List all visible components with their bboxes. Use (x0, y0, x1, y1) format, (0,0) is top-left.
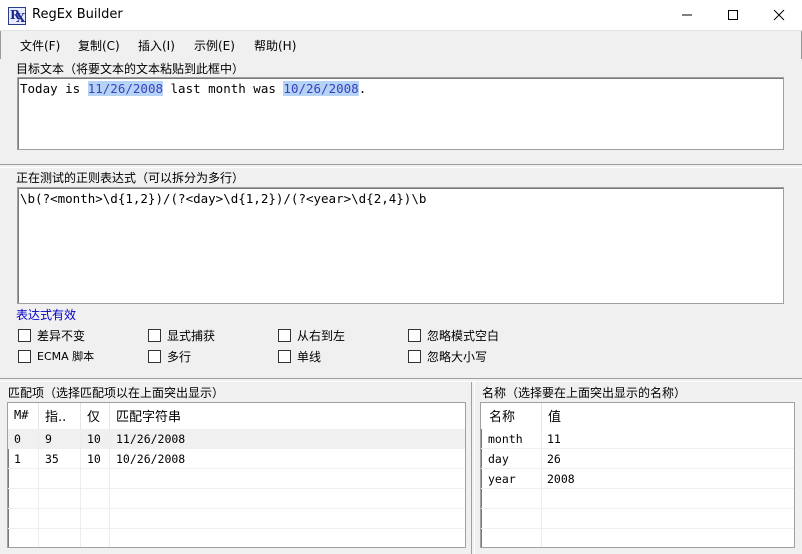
menu-help[interactable]: 帮助(H) (254, 39, 296, 53)
app-icon: RX (8, 7, 26, 25)
option-ecma-script[interactable]: ECMA 脚本 (18, 348, 94, 364)
names-label: 名称（选择要在上面突出显示的名称） (482, 386, 687, 400)
checkbox-explicit-capture[interactable] (148, 329, 161, 342)
regex-input[interactable]: \b(?<month>\d{1,2})/(?<day>\d{1,2})/(?<y… (17, 187, 784, 304)
group-value: 11 (547, 432, 561, 446)
option-ignore-whitespace-label: 忽略模式空白 (427, 329, 500, 343)
matches-col-sep (38, 429, 39, 547)
names-row[interactable]: day 26 (481, 449, 794, 469)
names-list[interactable]: 名称 值 month 11 day 26 year 2008 (480, 402, 795, 548)
target-text-after: . (358, 81, 367, 96)
group-value: 26 (547, 452, 561, 466)
option-ecma-script-label: ECMA 脚本 (37, 350, 95, 363)
checkbox-right-to-left[interactable] (278, 329, 291, 342)
target-text-input[interactable]: Today is 11/26/2008 last month was 10/26… (17, 77, 784, 150)
option-singleline-label: 单线 (297, 350, 322, 364)
target-text-label: 目标文本（将要文本的文本粘贴到此框中） (16, 62, 245, 76)
regex-label: 正在测试的正则表达式（可以拆分为多行） (16, 171, 245, 185)
option-right-to-left[interactable]: 从右到左 (278, 327, 345, 344)
matches-empty-row (8, 529, 465, 547)
maximize-button[interactable] (710, 0, 756, 30)
matches-col-sep (109, 429, 110, 547)
window-title: RegEx Builder (32, 7, 123, 22)
names-header-name[interactable]: 名称 (489, 406, 515, 425)
checkbox-singleline[interactable] (278, 350, 291, 363)
group-value: 2008 (547, 472, 575, 486)
match-index: 1 (14, 452, 21, 466)
names-empty-row (481, 509, 794, 529)
matches-row[interactable]: 1 35 10 10/26/2008 (8, 449, 465, 469)
match-position: 35 (45, 452, 59, 466)
regex-value: \b(?<month>\d{1,2})/(?<day>\d{1,2})/(?<y… (20, 191, 427, 206)
matches-header-sep (38, 403, 39, 429)
title-bar[interactable]: RX RegEx Builder (0, 0, 802, 31)
match-length: 10 (87, 432, 101, 446)
menu-file[interactable]: 文件(F) (20, 39, 60, 53)
option-multiline[interactable]: 多行 (148, 348, 191, 365)
names-row[interactable]: year 2008 (481, 469, 794, 489)
menu-insert[interactable]: 插入(I) (138, 39, 175, 53)
match-index: 0 (14, 432, 21, 446)
option-ignore-case[interactable]: 忽略大小写 (408, 348, 487, 365)
target-text-match-1: 11/26/2008 (87, 81, 163, 96)
matches-row[interactable]: 0 9 10 11/26/2008 (8, 429, 465, 449)
target-text-middle: last month was (163, 81, 284, 96)
names-row[interactable]: month 11 (481, 429, 794, 449)
matches-header: M# 指.. 仅 匹配字符串 (8, 403, 465, 429)
matches-header-length[interactable]: 仅 (87, 406, 100, 425)
group-name: month (488, 432, 523, 446)
matches-header-index[interactable]: M# (14, 408, 28, 422)
match-string: 10/26/2008 (116, 452, 186, 466)
option-explicit-capture-label: 显式捕获 (167, 329, 216, 343)
matches-label: 匹配项（选择匹配项以在上面突出显示） (8, 386, 225, 400)
option-right-to-left-label: 从右到左 (297, 329, 346, 343)
names-col-sep (541, 429, 542, 547)
minimize-icon (682, 14, 692, 16)
matches-empty-row (8, 509, 465, 529)
names-header: 名称 值 (481, 403, 794, 429)
menu-copy[interactable]: 复制(C) (78, 39, 120, 53)
match-position: 9 (45, 432, 52, 446)
matches-header-sep (80, 403, 81, 429)
checkbox-ignore-case[interactable] (408, 350, 421, 363)
option-ignore-case-label: 忽略大小写 (427, 350, 488, 364)
matches-col-sep (80, 429, 81, 547)
minimize-button[interactable] (664, 0, 710, 30)
menu-examples[interactable]: 示例(E) (194, 39, 235, 53)
match-string: 11/26/2008 (116, 432, 186, 446)
option-multiline-label: 多行 (167, 350, 192, 364)
target-text-before: Today is (20, 81, 88, 96)
match-length: 10 (87, 452, 101, 466)
option-culture-invariant[interactable]: 差异不变 (18, 327, 85, 344)
option-singleline[interactable]: 单线 (278, 348, 321, 365)
target-text-match-2: 10/26/2008 (283, 81, 359, 96)
option-explicit-capture[interactable]: 显式捕获 (148, 327, 215, 344)
names-empty-row (481, 529, 794, 547)
close-button[interactable] (756, 0, 802, 30)
group-name: year (488, 472, 516, 486)
menu-bar: 文件(F) 复制(C) 插入(I) 示例(E) 帮助(H) (0, 31, 802, 59)
matches-empty-row (8, 489, 465, 509)
option-ignore-whitespace[interactable]: 忽略模式空白 (408, 327, 499, 344)
matches-header-sep (109, 403, 110, 429)
group-name: day (488, 452, 509, 466)
checkbox-ignore-whitespace[interactable] (408, 329, 421, 342)
regex-status: 表达式有效 (16, 308, 77, 322)
checkbox-multiline[interactable] (148, 350, 161, 363)
matches-header-position[interactable]: 指.. (45, 406, 66, 425)
maximize-icon (728, 10, 738, 20)
checkbox-culture-invariant[interactable] (18, 329, 31, 342)
splitter-vertical[interactable] (471, 382, 475, 554)
matches-empty-row (8, 469, 465, 489)
checkbox-ecma-script[interactable] (18, 349, 31, 363)
matches-list[interactable]: M# 指.. 仅 匹配字符串 0 9 10 11/26/2008 1 35 10… (7, 402, 466, 548)
names-empty-row (481, 489, 794, 509)
names-header-value[interactable]: 值 (548, 406, 561, 425)
splitter-1[interactable] (0, 164, 802, 168)
splitter-2[interactable] (0, 378, 802, 382)
matches-header-string[interactable]: 匹配字符串 (116, 406, 181, 425)
close-icon (773, 9, 785, 21)
names-header-sep (541, 403, 542, 429)
option-culture-invariant-label: 差异不变 (37, 329, 86, 343)
